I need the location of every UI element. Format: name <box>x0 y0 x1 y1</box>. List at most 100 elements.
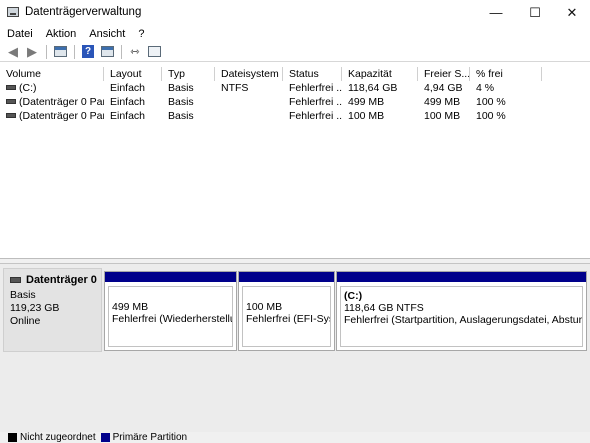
help-icon: ? <box>82 45 94 58</box>
volume-name: (Datenträger 0 Par... <box>19 110 104 122</box>
properties-button[interactable] <box>51 44 69 60</box>
column-header-dateisystem[interactable]: Dateisystem <box>215 67 283 81</box>
column-header-freier-speicher[interactable]: Freier S... <box>418 67 470 81</box>
prozent-frei-cell: 100 % <box>476 96 506 108</box>
volume-list: Volume Layout Typ Dateisystem Status Kap… <box>0 62 590 259</box>
help-button[interactable]: ? <box>79 44 97 60</box>
forward-arrow-icon: ▶ <box>27 44 37 59</box>
kapazitaet-cell: 100 MB <box>348 110 385 122</box>
volume-list-header: Volume Layout Typ Dateisystem Status Kap… <box>0 67 590 81</box>
console-button[interactable] <box>98 44 116 60</box>
freier-speicher-cell: 4,94 GB <box>424 82 463 94</box>
volume-row[interactable]: (C:) Einfach Basis NTFS Fehlerfrei ... 1… <box>0 82 590 95</box>
partition-status: Fehlerfrei (Wiederherstellungspartition) <box>112 313 232 325</box>
legend-bar: Nicht zugeordnet Primäre Partition <box>0 432 590 443</box>
title-bar: Datenträgerverwaltung — ☐ ✕ <box>0 0 590 25</box>
volume-cell: (Datenträger 0 Par... <box>0 96 104 109</box>
partition-status: Fehlerfrei (Startpartition, Auslagerungs… <box>344 314 582 326</box>
toolbar-separator <box>74 44 75 59</box>
legend-swatch-unallocated <box>8 433 17 442</box>
layout-cell: Einfach <box>110 82 146 94</box>
partition-size: 118,64 GB NTFS <box>344 302 424 314</box>
menu-aktion[interactable]: Aktion <box>39 28 83 40</box>
volume-cell: (Datenträger 0 Par... <box>0 110 104 123</box>
volume-row[interactable]: (Datenträger 0 Par... Einfach Basis Fehl… <box>0 96 590 109</box>
dateisystem-cell <box>215 96 283 109</box>
disk-management-app-icon <box>7 7 19 17</box>
volume-icon <box>6 112 16 118</box>
volume-row[interactable]: (Datenträger 0 Par... Einfach Basis Fehl… <box>0 110 590 123</box>
disk-state: Online <box>10 315 41 327</box>
primary-partition-bar <box>105 272 236 282</box>
disk-type: Basis <box>10 289 36 301</box>
partition-size: 499 MB <box>112 301 149 313</box>
column-header-kapazitaet[interactable]: Kapazität <box>342 67 418 81</box>
menu-help[interactable]: ? <box>131 28 150 40</box>
partition-recovery[interactable]: 499 MB Fehlerfrei (Wiederherstellungspar… <box>104 271 237 351</box>
properties-icon <box>53 46 67 57</box>
menu-datei[interactable]: Datei <box>0 28 39 40</box>
console-icon <box>100 46 114 57</box>
volume-cell: (C:) <box>0 82 104 95</box>
prozent-frei-cell: 4 % <box>476 82 495 94</box>
status-cell: Fehlerfrei ... <box>289 82 342 94</box>
typ-cell: Basis <box>168 82 194 94</box>
freier-speicher-cell: 499 MB <box>424 96 461 108</box>
legend-label: Primäre Partition <box>112 432 188 443</box>
dateisystem-cell <box>215 110 283 123</box>
menu-bar: Datei Aktion Ansicht ? <box>0 25 590 42</box>
kapazitaet-cell: 118,64 GB <box>348 82 398 94</box>
forward-button[interactable]: ▶ <box>23 44 41 60</box>
back-button[interactable]: ◀ <box>4 44 22 60</box>
partition-c[interactable]: (C:) 118,64 GB NTFS Fehlerfrei (Startpar… <box>336 271 587 351</box>
menu-ansicht[interactable]: Ansicht <box>82 28 131 40</box>
maximize-button[interactable]: ☐ <box>516 0 554 25</box>
prozent-frei-cell: 100 % <box>476 110 506 122</box>
volume-icon <box>6 98 16 104</box>
toolbar-separator <box>46 44 47 59</box>
connect-icon: ⇿ <box>130 46 140 58</box>
toolbar: ◀ ▶ ? ⇿ <box>0 42 590 62</box>
partition-status: Fehlerfrei (EFI-Systempartition) <box>246 313 330 325</box>
partition-body: 499 MB Fehlerfrei (Wiederherstellungspar… <box>108 286 233 347</box>
column-header-prozent-frei[interactable]: % frei <box>470 67 542 81</box>
layout-cell: Einfach <box>110 110 146 122</box>
window-title: Datenträgerverwaltung <box>25 6 142 18</box>
volume-icon <box>6 84 16 90</box>
kapazitaet-cell: 499 MB <box>348 96 385 108</box>
legend-unallocated: Nicht zugeordnet <box>8 432 96 443</box>
dateisystem-cell: NTFS <box>221 82 249 94</box>
layout-cell: Einfach <box>110 96 146 108</box>
disk-name: Datenträger 0 <box>26 274 97 286</box>
typ-cell: Basis <box>168 96 194 108</box>
legend-primary-partition: Primäre Partition <box>100 432 188 443</box>
primary-partition-bar <box>239 272 334 282</box>
partition-label: (C:) <box>344 290 363 302</box>
legend-label: Nicht zugeordnet <box>20 432 96 443</box>
volume-name: (Datenträger 0 Par... <box>19 96 104 108</box>
back-arrow-icon: ◀ <box>8 44 18 59</box>
typ-cell: Basis <box>168 110 194 122</box>
partition-efi[interactable]: 100 MB Fehlerfrei (EFI-Systempartition) <box>238 271 335 351</box>
disk-icon <box>10 277 21 283</box>
settings-button[interactable] <box>145 44 163 60</box>
legend-swatch-primary <box>100 433 110 442</box>
disk-layout-pane: Datenträger 0 Basis 119,23 GB Online 499… <box>0 264 590 432</box>
disk-0-label[interactable]: Datenträger 0 Basis 119,23 GB Online <box>3 268 102 352</box>
column-header-status[interactable]: Status <box>283 67 342 81</box>
connect-button[interactable]: ⇿ <box>126 44 144 60</box>
column-header-volume[interactable]: Volume <box>0 67 104 81</box>
settings-icon <box>147 46 161 57</box>
freier-speicher-cell: 100 MB <box>424 110 461 122</box>
column-header-layout[interactable]: Layout <box>104 67 162 81</box>
minimize-button[interactable]: — <box>477 0 515 25</box>
status-cell: Fehlerfrei ... <box>289 110 342 122</box>
primary-partition-bar <box>337 272 586 282</box>
column-header-typ[interactable]: Typ <box>162 67 215 81</box>
disk-size: 119,23 GB <box>10 302 60 314</box>
toolbar-separator <box>121 44 122 59</box>
partition-body: (C:) 118,64 GB NTFS Fehlerfrei (Startpar… <box>340 286 583 347</box>
partition-size: 100 MB <box>246 301 283 313</box>
partition-body: 100 MB Fehlerfrei (EFI-Systempartition) <box>242 286 331 347</box>
close-button[interactable]: ✕ <box>553 0 590 25</box>
